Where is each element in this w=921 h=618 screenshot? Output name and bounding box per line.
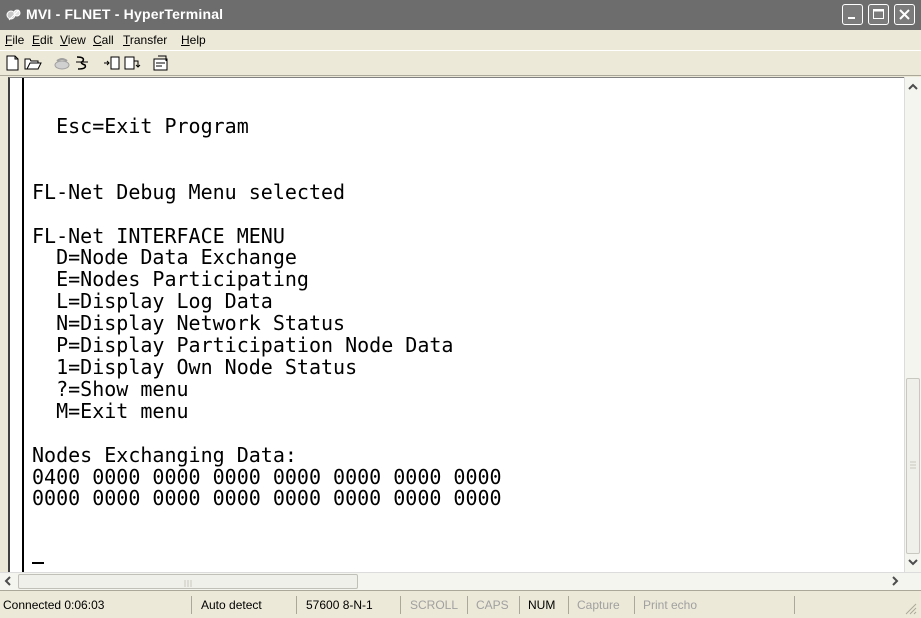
window-title: MVI - FLNET - HyperTerminal: [26, 6, 224, 22]
dial-icon[interactable]: [73, 55, 91, 71]
terminal-line: 0400 0000 0000 0000 0000 0000 0000 0000: [32, 464, 502, 489]
hyperterminal-app-icon[interactable]: [6, 7, 22, 23]
menu-bar: File Edit View Call Transfer Help: [0, 30, 921, 50]
terminal-screen[interactable]: Esc=Exit Program FL-Net Debug Menu selec…: [8, 77, 904, 572]
horizontal-scrollbar[interactable]: [0, 572, 921, 590]
status-emulation: Auto detect: [198, 596, 297, 614]
close-icon: [899, 9, 910, 20]
send-icon[interactable]: [103, 55, 121, 71]
horizontal-scroll-thumb[interactable]: [18, 574, 358, 589]
terminal-line: M=Exit menu: [32, 398, 189, 423]
terminal-line: ?=Show menu: [32, 376, 189, 401]
terminal-line: FL-Net Debug Menu selected: [32, 179, 346, 204]
menu-edit[interactable]: Edit: [32, 33, 53, 47]
terminal-line: Esc=Exit Program: [32, 114, 249, 138]
scroll-up-icon[interactable]: [905, 78, 921, 95]
scroll-left-icon[interactable]: [0, 573, 17, 590]
status-print-echo: Print echo: [640, 596, 795, 614]
close-button[interactable]: [894, 4, 915, 25]
vertical-scroll-thumb[interactable]: [906, 378, 920, 554]
terminal-output: Esc=Exit Program FL-Net Debug Menu selec…: [32, 114, 502, 511]
scroll-down-icon[interactable]: [905, 554, 921, 571]
terminal-frame: Esc=Exit Program FL-Net Debug Menu selec…: [0, 77, 921, 590]
terminal-line: 1=Display Own Node Status: [32, 354, 358, 379]
title-bar[interactable]: MVI - FLNET - HyperTerminal: [0, 0, 921, 30]
menu-help[interactable]: Help: [181, 33, 206, 47]
menu-file[interactable]: File: [5, 33, 24, 47]
maximize-icon: [873, 9, 884, 19]
vertical-scrollbar[interactable]: [904, 77, 921, 572]
terminal-line: P=Display Participation Node Data: [32, 333, 454, 358]
terminal-line: L=Display Log Data: [32, 289, 273, 314]
text-cursor: [32, 562, 44, 564]
minimize-button[interactable]: [842, 4, 863, 25]
terminal-line: D=Node Data Exchange: [32, 245, 297, 270]
minimize-icon: [848, 17, 855, 19]
maximize-button[interactable]: [868, 4, 889, 25]
menu-transfer[interactable]: Transfer: [123, 33, 167, 47]
terminal-left-border: [22, 78, 24, 572]
scroll-right-icon[interactable]: [886, 573, 903, 590]
menu-view[interactable]: View: [60, 33, 86, 47]
properties-icon[interactable]: [152, 55, 170, 71]
terminal-line: 0000 0000 0000 0000 0000 0000 0000 0000: [32, 486, 502, 511]
status-bar: Connected 0:06:03 Auto detect 57600 8-N-…: [0, 590, 921, 618]
disconnect-icon[interactable]: [53, 55, 71, 71]
new-connection-icon[interactable]: [4, 55, 22, 71]
terminal-line: E=Nodes Participating: [32, 267, 309, 292]
open-icon[interactable]: [24, 55, 42, 71]
menu-call[interactable]: Call: [93, 33, 114, 47]
terminal-line: N=Display Network Status: [32, 311, 346, 336]
resize-grip-icon[interactable]: [903, 601, 917, 615]
toolbar: [0, 50, 921, 76]
status-port-settings: 57600 8-N-1: [303, 596, 401, 614]
status-scroll: SCROLL: [407, 596, 468, 614]
status-num: NUM: [525, 596, 569, 614]
status-connected-time: Connected 0:06:03: [0, 596, 192, 614]
status-caps: CAPS: [473, 596, 520, 614]
receive-icon[interactable]: [123, 55, 141, 71]
terminal-line: Nodes Exchanging Data:: [32, 442, 297, 467]
terminal-line: FL-Net INTERFACE MENU: [32, 223, 285, 248]
status-capture: Capture: [574, 596, 635, 614]
